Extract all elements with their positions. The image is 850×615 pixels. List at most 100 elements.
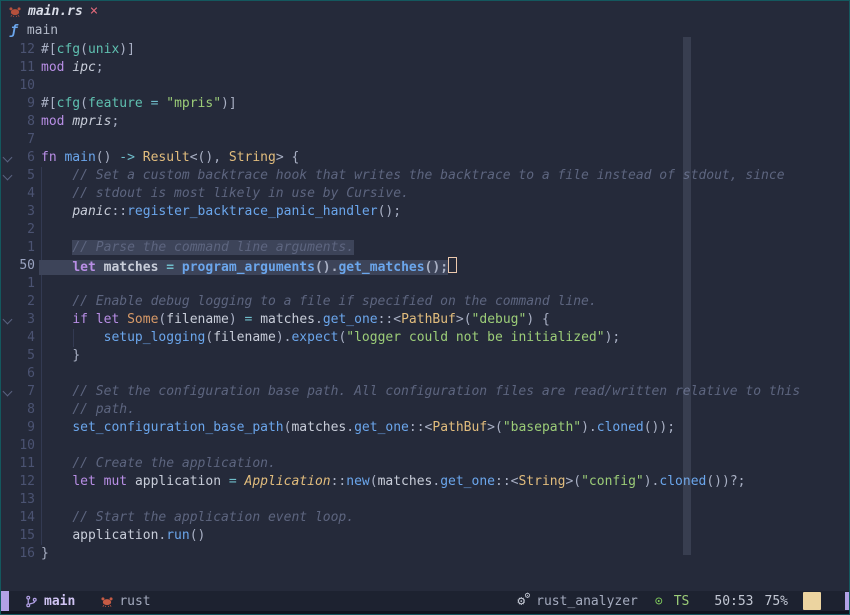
treesitter-icon: ⊙ xyxy=(655,594,663,609)
rust-file-icon xyxy=(9,5,21,17)
code-token: ::< xyxy=(378,312,401,327)
code-line[interactable]: 10 xyxy=(1,77,850,95)
lsp-server-label: rust_analyzer xyxy=(536,594,638,609)
code-line[interactable]: 16} xyxy=(1,545,850,563)
code-text: // Start the application event loop. xyxy=(41,509,354,527)
scrollbar-thumb[interactable] xyxy=(683,37,691,555)
code-line[interactable]: 13 xyxy=(1,491,850,509)
code-token: // Enable debug logging to a file if spe… xyxy=(72,294,596,309)
code-line[interactable]: 4 setup_logging(filename).expect("logger… xyxy=(1,329,850,347)
code-token: ). xyxy=(581,420,597,435)
code-line[interactable]: 1 // Parse the command line arguments. xyxy=(1,239,850,257)
code-line[interactable]: 14 // Start the application event loop. xyxy=(1,509,850,527)
code-token xyxy=(41,510,72,525)
code-line[interactable]: 7 xyxy=(1,131,850,149)
code-token: > { xyxy=(276,150,299,165)
line-number: 4 xyxy=(15,329,35,347)
code-line[interactable]: 5 } xyxy=(1,347,850,365)
code-token: ())?; xyxy=(706,474,745,489)
tab-bar: main.rs × xyxy=(1,1,849,21)
code-token: // Set the configuration base path. All … xyxy=(72,384,800,399)
code-token: >( xyxy=(456,312,472,327)
line-number: 11 xyxy=(15,455,35,473)
code-line[interactable]: 2 // Enable debug logging to a file if s… xyxy=(1,293,850,311)
code-line[interactable]: 4 // stdout is most likely in use by Cur… xyxy=(1,185,850,203)
code-token: filename xyxy=(166,312,229,327)
tab-main-rs[interactable]: main.rs × xyxy=(9,4,98,19)
line-number: 8 xyxy=(15,113,35,131)
code-line[interactable]: 12#[cfg(unix)] xyxy=(1,41,850,59)
fold-chevron-icon[interactable] xyxy=(1,311,15,329)
code-token xyxy=(41,402,72,417)
fold-chevron-icon[interactable] xyxy=(1,383,15,401)
code-line[interactable]: 5 // Set a custom backtrace hook that wr… xyxy=(1,167,850,185)
code-token xyxy=(41,168,72,183)
code-line[interactable]: 9 #[cfg(feature = "mpris")] xyxy=(1,95,850,113)
code-line[interactable]: 10 xyxy=(1,437,850,455)
cursor-position: 50:53 xyxy=(714,594,753,609)
code-token: #[ xyxy=(41,96,57,111)
code-line[interactable]: 50 let matches = program_arguments().get… xyxy=(1,257,850,275)
code-token: . xyxy=(346,420,354,435)
rust-filetype-icon xyxy=(101,595,113,607)
code-token: = xyxy=(221,474,244,489)
fold-gutter xyxy=(1,41,15,59)
code-token: register_backtrace_panic_handler xyxy=(127,204,377,219)
code-token: "config" xyxy=(581,474,644,489)
fold-chevron-icon[interactable] xyxy=(1,149,15,167)
code-token: () xyxy=(96,150,119,165)
code-token: ) { xyxy=(526,312,549,327)
code-line[interactable]: 9 set_configuration_base_path(matches.ge… xyxy=(1,419,850,437)
code-text: #[cfg(feature = "mpris")] xyxy=(41,95,237,113)
line-number: 6 xyxy=(15,365,35,383)
statusline-right: ⚙⚙ rust_analyzer ⊙ TS 50:53 75% xyxy=(517,592,850,610)
code-line[interactable]: 8 // path. xyxy=(1,401,850,419)
line-number: 2 xyxy=(15,293,35,311)
line-number: 5 xyxy=(15,347,35,365)
code-line[interactable]: 1 xyxy=(1,275,850,293)
code-token: )] xyxy=(221,96,237,111)
code-line[interactable]: 3 panic::register_backtrace_panic_handle… xyxy=(1,203,850,221)
fold-chevron-icon[interactable] xyxy=(1,167,15,185)
code-token: } xyxy=(41,546,49,561)
code-token: . xyxy=(315,312,323,327)
code-line[interactable]: 11mod ipc; xyxy=(1,59,850,77)
code-line[interactable]: 3 if let Some(filename) = matches.get_on… xyxy=(1,311,850,329)
tab-title: main.rs xyxy=(28,4,83,19)
code-area[interactable]: 12#[cfg(unix)]11mod ipc;109#[cfg(feature… xyxy=(1,41,850,563)
fold-gutter xyxy=(1,473,15,491)
code-text: // Set a custom backtrace hook that writ… xyxy=(41,167,785,185)
code-token xyxy=(41,348,72,363)
code-token: main xyxy=(64,150,95,165)
code-token: #[ xyxy=(41,42,57,57)
text-cursor xyxy=(448,257,457,273)
code-token: "mpris" xyxy=(166,96,221,111)
lsp-gear-icon: ⚙⚙ xyxy=(517,594,525,609)
code-text: let mut application = Application::new(m… xyxy=(41,473,746,491)
code-token: panic xyxy=(72,204,111,219)
code-line[interactable]: 12 let mut application = Application::ne… xyxy=(1,473,850,491)
line-number: 5 xyxy=(15,167,35,185)
code-text: panic::register_backtrace_panic_handler(… xyxy=(41,203,401,221)
git-branch-label[interactable]: main xyxy=(44,594,75,609)
code-token: ). xyxy=(644,474,660,489)
code-line[interactable]: 2 xyxy=(1,221,850,239)
code-line[interactable]: 6fn main() -> Result<(), String> { xyxy=(1,149,850,167)
fold-gutter xyxy=(1,185,15,203)
code-token: new xyxy=(346,474,369,489)
code-token: :: xyxy=(111,204,127,219)
code-line[interactable]: 11 // Create the application. xyxy=(1,455,850,473)
git-branch-icon xyxy=(25,595,38,608)
code-line[interactable]: 8mod mpris; xyxy=(1,113,850,131)
fold-gutter xyxy=(1,365,15,383)
code-line[interactable]: 7 // Set the configuration base path. Al… xyxy=(1,383,850,401)
code-line[interactable]: 15 application.run() xyxy=(1,527,850,545)
scroll-percent: 75% xyxy=(765,594,788,609)
line-number: 9 xyxy=(15,95,35,113)
code-token: cfg xyxy=(57,96,80,111)
code-token xyxy=(41,312,72,327)
code-line[interactable]: 6 xyxy=(1,365,850,383)
code-token xyxy=(41,260,72,275)
statusline-left: main rust xyxy=(25,594,151,609)
tab-close-icon[interactable]: × xyxy=(90,4,98,18)
